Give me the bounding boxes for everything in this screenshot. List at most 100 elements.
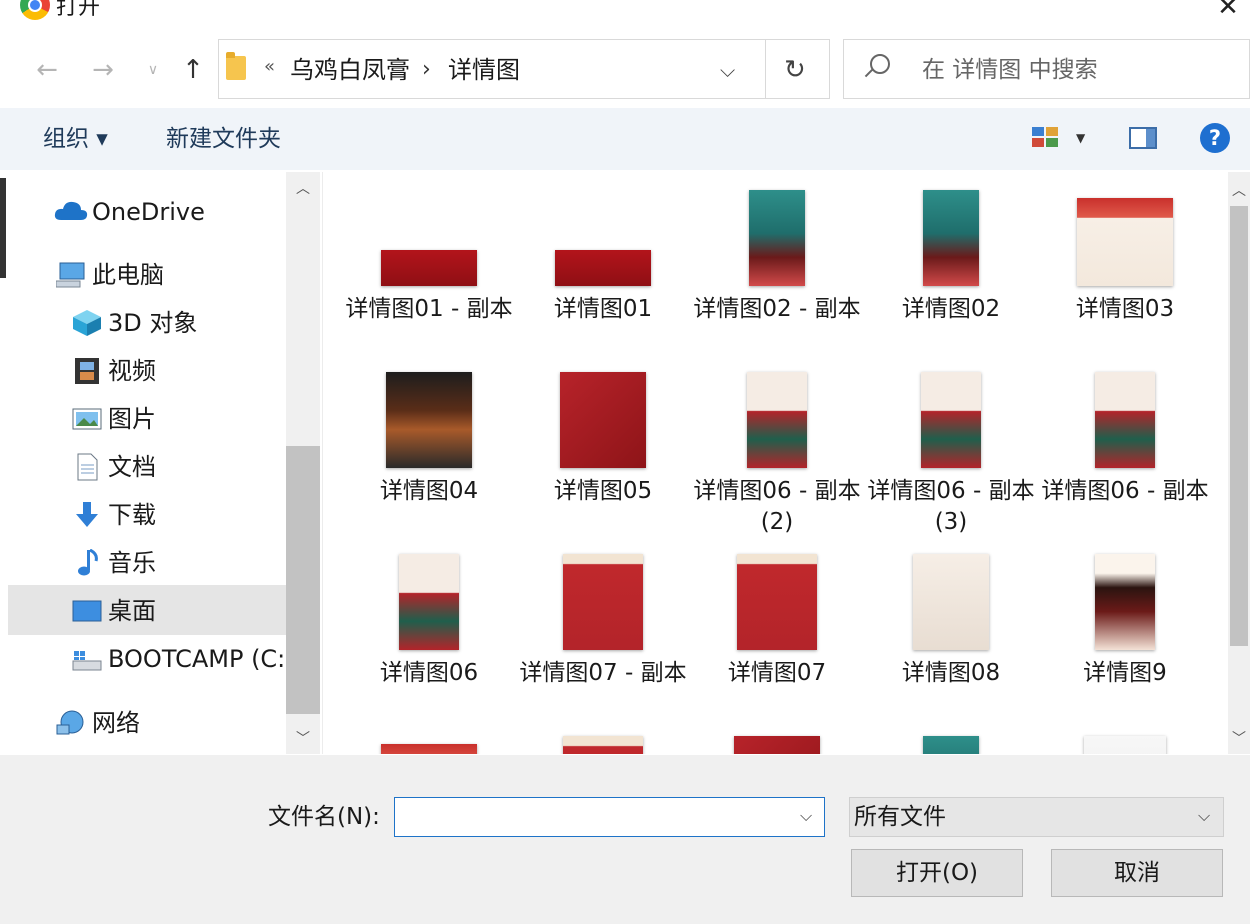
new-folder-button[interactable]: 新建文件夹 [166,124,281,154]
file-item[interactable]: 详情图02 [865,186,1037,362]
file-item[interactable]: 详情图06 [343,550,515,726]
file-name: 详情图01 [553,296,653,322]
file-item[interactable]: 详情图01 [517,186,689,362]
filename-dropdown-button[interactable]: ⌵ [800,806,812,826]
file-thumbnail [1077,198,1173,286]
chevron-down-icon: ⌵ [1198,806,1211,825]
file-item[interactable] [517,732,689,754]
file-name: 详情图06 - 副本 (3) [867,478,1035,535]
file-thumbnail [737,554,817,650]
forward-arrow-icon: → [92,55,114,85]
address-divider [765,40,766,98]
download-icon [76,502,98,527]
file-thumbnail [913,554,989,650]
content-scrollbar-thumb[interactable] [1230,206,1248,646]
file-name: 详情图02 - 副本 [693,296,861,322]
filetype-dropdown-button[interactable]: ⌵ [1198,806,1210,826]
file-thumbnail [749,190,805,286]
recent-locations-button[interactable]: ∨ [136,52,170,88]
file-thumbnail [381,744,477,754]
file-name: 详情图02 [901,296,1001,322]
file-name: 详情图06 [379,660,479,686]
file-item[interactable] [343,732,515,754]
nav-scrollbar-thumb[interactable] [286,446,320,714]
chrome-app-icon [20,0,50,20]
bottom-panel [0,755,1250,924]
chevron-down-icon: ∨ [147,62,159,78]
nav-item-label: 此电脑 [92,261,164,289]
file-item[interactable]: 详情图08 [865,550,1037,726]
cube-icon [73,310,101,336]
file-item[interactable]: 详情图07 [691,550,863,726]
breadcrumb-item-current[interactable]: 详情图 [448,54,520,86]
film-icon [75,358,99,384]
file-item[interactable]: 详情图05 [517,368,689,544]
help-icon[interactable]: ? [1200,123,1230,153]
window-edge [0,178,6,278]
file-item[interactable] [691,732,863,754]
file-item[interactable]: 详情图06 - 副本 (3) [865,368,1037,544]
file-thumbnail [560,372,646,468]
file-item[interactable]: 详情图07 - 副本 [517,550,689,726]
refresh-button[interactable]: ↻ [784,52,806,88]
network-icon [56,710,84,735]
file-item[interactable]: 详情图9 [1039,550,1211,726]
file-thumbnail [563,554,643,650]
file-item[interactable]: 详情图01 - 副本 [343,186,515,362]
nav-item-label: 音乐 [108,549,156,577]
address-history-button[interactable]: ⌵ [720,54,735,86]
file-item[interactable]: 详情图04 [343,368,515,544]
file-name: 详情图06 - 副本 [1041,478,1209,504]
file-item[interactable]: 详情图06 - 副本 (2) [691,368,863,544]
file-item[interactable] [1039,732,1211,754]
chevron-down-icon: ⌵ [720,58,736,82]
nav-item-label: 网络 [92,709,140,737]
file-name: 详情图06 - 副本 (2) [693,478,861,535]
picture-icon [72,408,102,430]
forward-button[interactable]: → [86,52,120,88]
drive-icon [72,651,102,671]
file-name: 详情图07 - 副本 [519,660,687,686]
search-input[interactable]: 在 详情图 中搜索 [922,54,1098,86]
computer-icon [56,262,85,288]
chevron-up-icon: ︿ [1232,183,1246,199]
file-name: 详情图05 [553,478,653,504]
filetype-value: 所有文件 [854,804,946,830]
back-button[interactable]: ← [30,52,64,88]
view-options-button[interactable]: ▼ [1076,126,1085,150]
desktop-icon [72,600,102,622]
close-button[interactable]: ✕ [1210,0,1246,22]
content-scroll-down-button[interactable]: ﹀ [1232,728,1246,748]
change-view-icon[interactable] [1032,127,1058,147]
preview-pane-icon[interactable] [1129,127,1157,149]
window-title: 打开 [56,0,101,20]
open-button[interactable]: 打开(O) [851,849,1023,897]
file-name: 详情图9 [1083,660,1167,686]
back-arrow-icon: ← [36,55,58,85]
breadcrumb-separator[interactable]: › [422,54,431,86]
file-item[interactable]: 详情图03 [1039,186,1211,362]
breadcrumb-item-parent[interactable]: 乌鸡白凤膏 [290,54,410,86]
file-item[interactable] [865,732,1037,754]
file-thumbnail [1095,372,1155,468]
document-icon [77,453,98,481]
nav-item-label: 文档 [108,453,156,481]
close-icon: ✕ [1217,0,1239,22]
breadcrumb-overflow[interactable]: « [264,56,275,77]
content-scroll-up-button[interactable]: ︿ [1232,180,1246,200]
file-thumbnail [923,190,979,286]
file-name: 详情图03 [1075,296,1175,322]
file-name: 详情图01 - 副本 [345,296,513,322]
filename-input[interactable] [394,797,825,837]
organize-button[interactable]: 组织 ▾ [43,124,108,154]
up-button[interactable]: ↑ [176,52,210,88]
cancel-button[interactable]: 取消 [1051,849,1223,897]
file-list[interactable]: 详情图01 - 副本 详情图01 详情图02 - 副本 详情图02 详情图03 详情图04… [322,172,1229,754]
file-item[interactable]: 详情图06 - 副本 [1039,368,1211,544]
file-thumbnail [1095,554,1155,650]
caret-down-icon: ▼ [1076,131,1086,145]
file-item[interactable]: 详情图02 - 副本 [691,186,863,362]
nav-item-label: 下载 [108,501,156,529]
nav-scroll-up-button[interactable]: ︿ [296,178,310,198]
nav-scroll-down-button[interactable]: ﹀ [296,728,310,748]
